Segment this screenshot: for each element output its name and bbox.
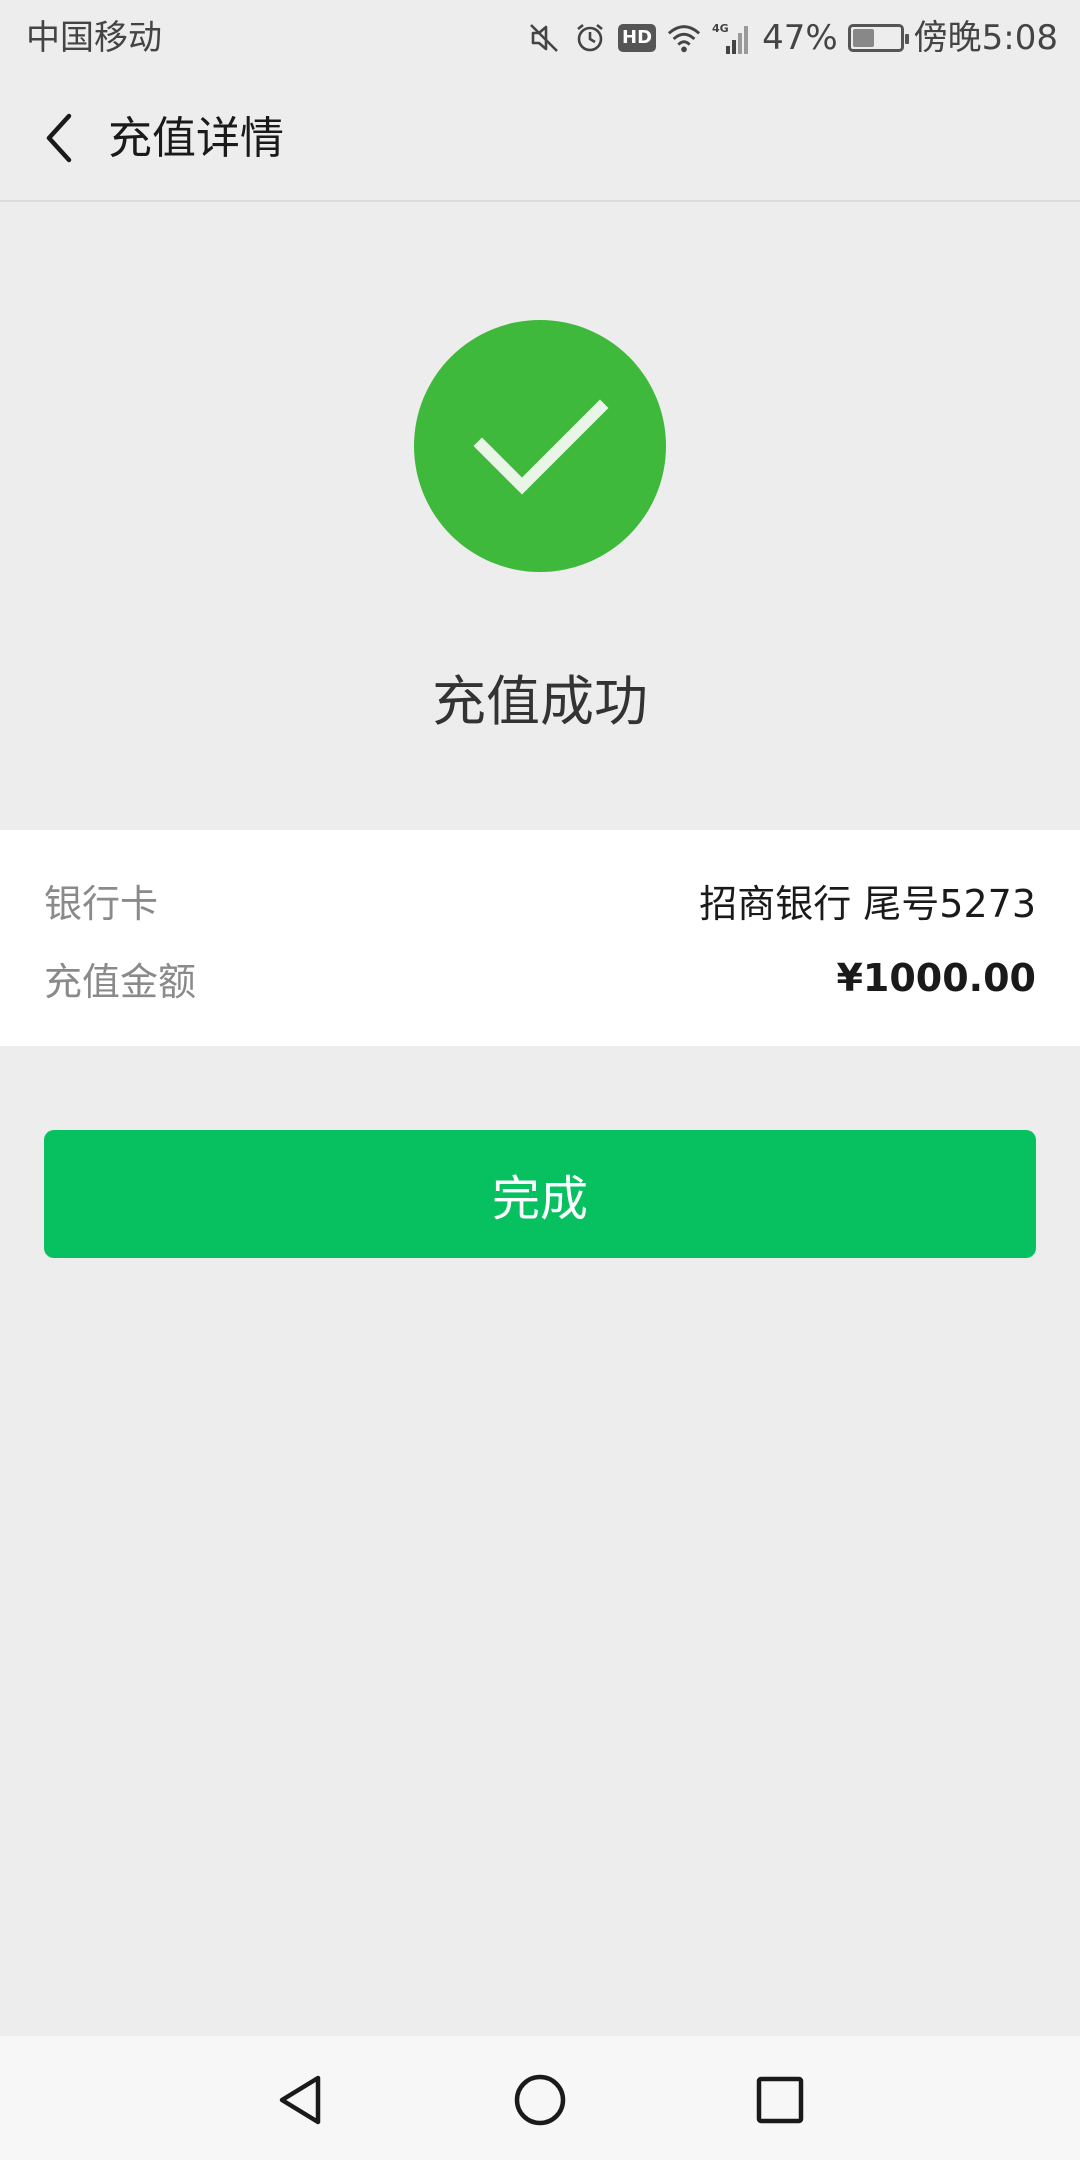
result-status-text: 充值成功: [432, 670, 648, 733]
battery-icon: [847, 24, 909, 52]
chevron-left-icon: [46, 113, 72, 163]
back-button[interactable]: [30, 108, 90, 168]
home-circle-icon: [514, 2074, 566, 2126]
signal-icon: 4G: [712, 20, 752, 56]
detail-row-amount: 充值金额 ¥1000.00: [44, 948, 1036, 1008]
battery-percent: 47%: [762, 18, 838, 58]
system-navigation-bar: [0, 2036, 1080, 2160]
battery-level-fill: [852, 29, 875, 47]
back-triangle-icon: [279, 2075, 321, 2125]
status-icons: HD 4G 47% 傍晚5:08: [526, 14, 1058, 62]
page-title: 充值详情: [108, 113, 284, 164]
status-bar: 中国移动 HD 4G 47% 傍晚5:08: [0, 0, 1080, 76]
svg-text:4G: 4G: [712, 22, 729, 35]
detail-label: 充值金额: [44, 959, 197, 1004]
carrier-name: 中国移动: [26, 18, 162, 58]
details-card: [0, 830, 1080, 1046]
done-button[interactable]: 完成: [44, 1130, 1036, 1258]
system-recent-apps-button[interactable]: [748, 2068, 812, 2132]
navigation-bar: 充值详情: [0, 76, 1080, 202]
detail-value-amount: ¥1000.00: [836, 956, 1036, 1000]
mute-icon: [526, 20, 562, 56]
detail-label: 银行卡: [44, 881, 159, 926]
wifi-icon: [666, 20, 702, 56]
checkmark-circle-icon: [414, 320, 666, 572]
detail-value: 招商银行 尾号5273: [699, 881, 1036, 926]
recent-square-icon: [756, 2076, 804, 2124]
hd-icon: HD: [618, 24, 657, 52]
system-home-button[interactable]: [508, 2068, 572, 2132]
system-back-button[interactable]: [268, 2068, 332, 2132]
status-time: 傍晚5:08: [913, 18, 1058, 58]
detail-row-bank-card: 银行卡 招商银行 尾号5273: [44, 870, 1036, 930]
alarm-icon: [572, 20, 608, 56]
